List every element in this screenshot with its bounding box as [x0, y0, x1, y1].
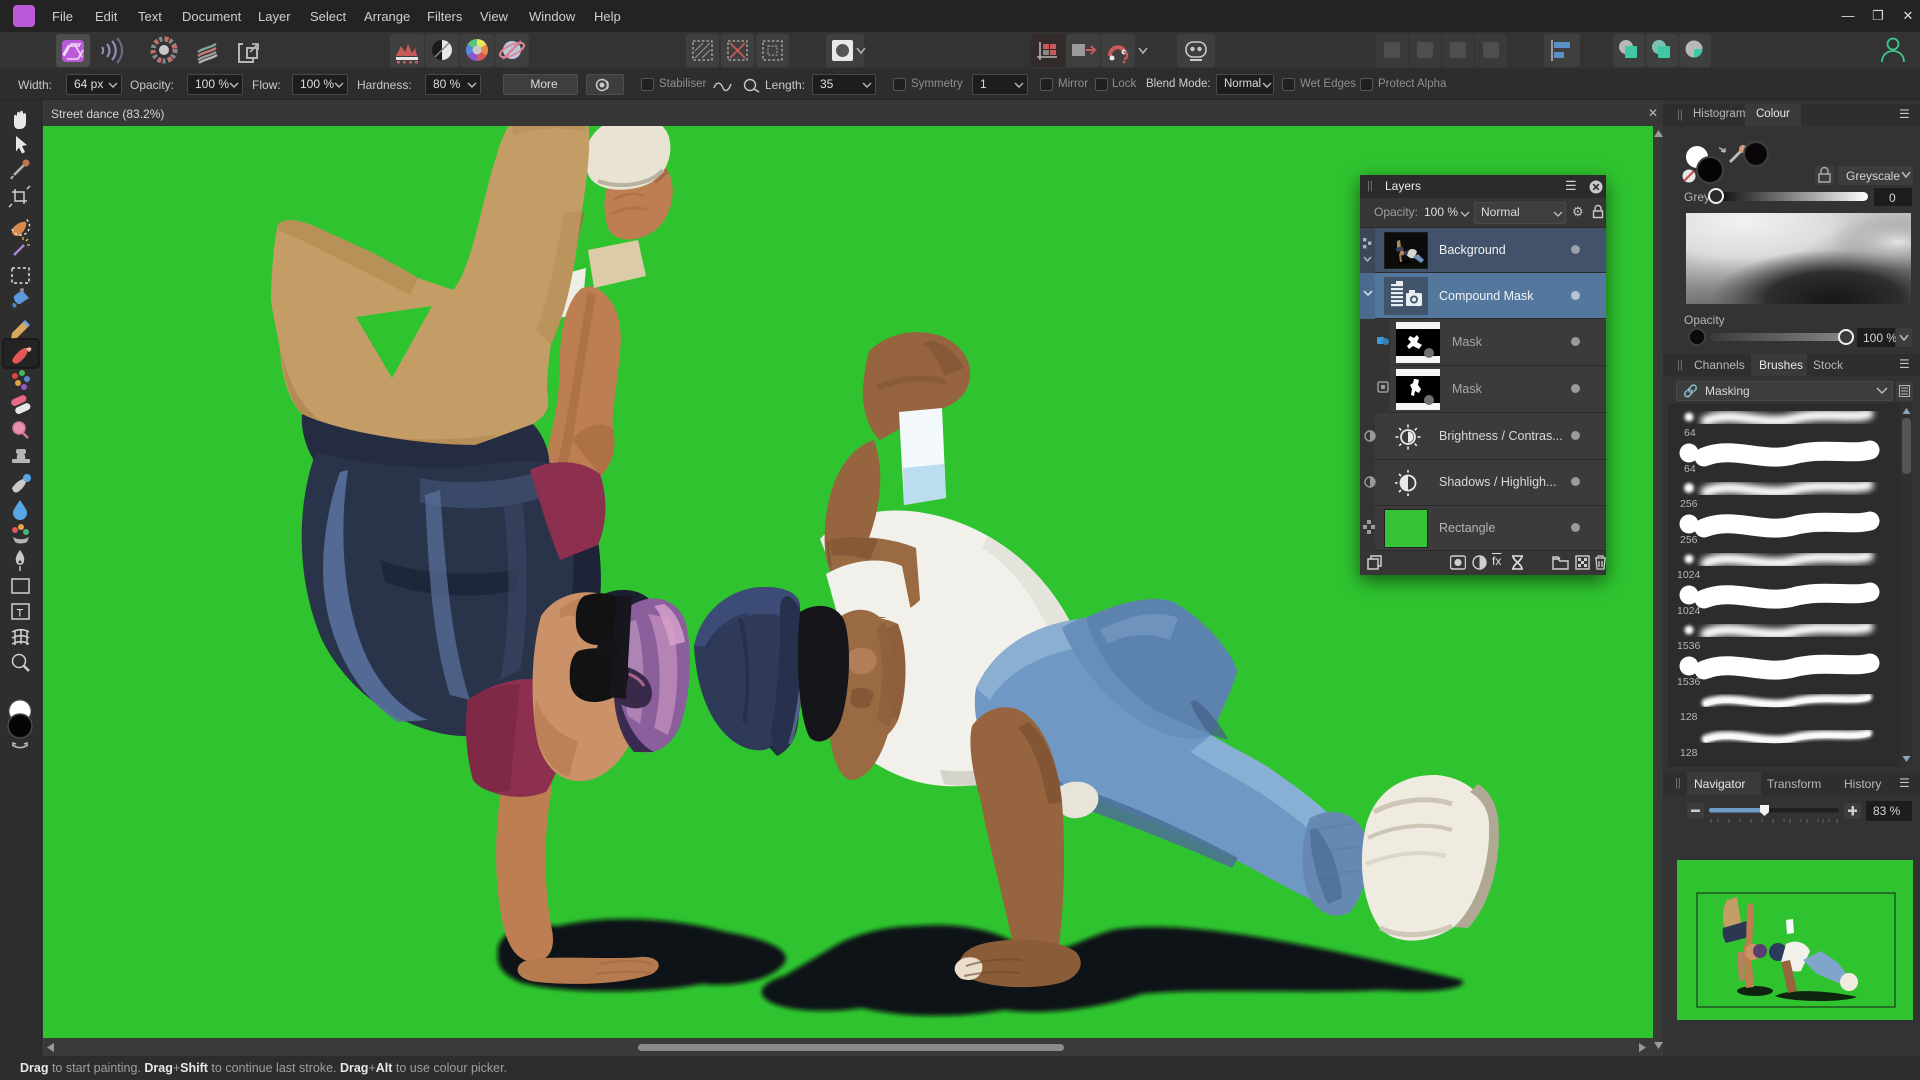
- svg-text:1536: 1536: [1677, 640, 1701, 652]
- svg-text:Opacity: Opacity: [1684, 313, 1725, 327]
- svg-text:64: 64: [1684, 427, 1696, 439]
- svg-text:83 %: 83 %: [1873, 804, 1901, 818]
- svg-text:1024: 1024: [1677, 605, 1701, 617]
- svg-text:256: 256: [1680, 498, 1698, 510]
- svg-text:1024: 1024: [1677, 569, 1701, 581]
- svg-text:0: 0: [1889, 191, 1896, 205]
- svg-text:1536: 1536: [1677, 676, 1701, 688]
- svg-text:T: T: [17, 608, 24, 620]
- svg-text:128: 128: [1680, 747, 1698, 759]
- svg-text:100 %: 100 %: [1863, 331, 1897, 345]
- svg-text:Greyscale: Greyscale: [1846, 169, 1900, 183]
- svg-text:64: 64: [1684, 463, 1696, 475]
- svg-text:256: 256: [1680, 534, 1698, 546]
- svg-text:128: 128: [1680, 711, 1698, 723]
